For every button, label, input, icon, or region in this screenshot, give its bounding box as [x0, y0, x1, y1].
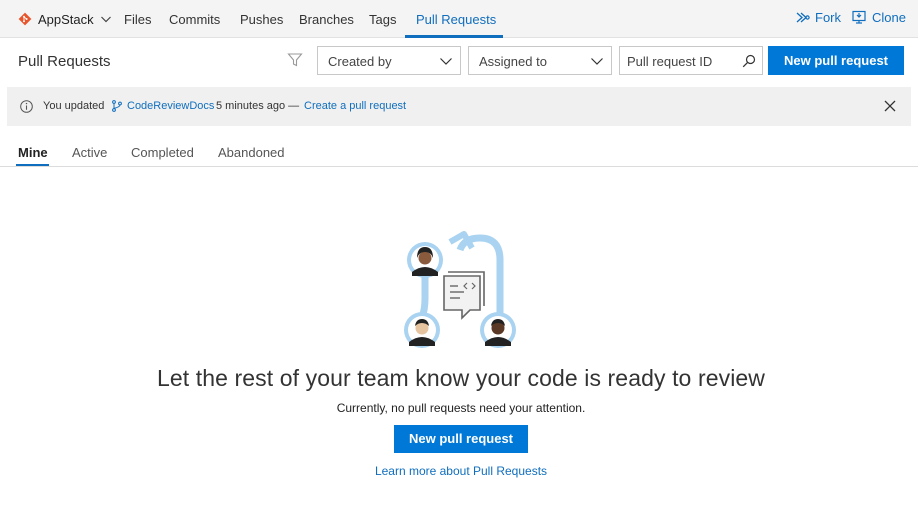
- git-repo-icon: [18, 12, 32, 26]
- search-icon[interactable]: [742, 54, 756, 68]
- clone-icon: [852, 10, 866, 24]
- pull-request-id-search: [619, 46, 763, 75]
- assigned-to-label: Assigned to: [479, 54, 547, 69]
- clone-button[interactable]: Clone: [852, 10, 906, 25]
- empty-state-title: Let the rest of your team know your code…: [156, 365, 766, 391]
- nav-pull-requests[interactable]: Pull Requests: [416, 12, 496, 27]
- repo-name: AppStack: [38, 11, 94, 27]
- fork-button[interactable]: Fork: [795, 10, 841, 25]
- close-icon[interactable]: [884, 100, 896, 112]
- chevron-down-icon: [100, 16, 111, 23]
- new-pull-request-button[interactable]: New pull request: [768, 46, 904, 75]
- chevron-down-icon: [440, 58, 452, 65]
- fork-icon: [796, 12, 810, 23]
- tab-active[interactable]: Active: [72, 145, 107, 160]
- chevron-down-icon: [591, 58, 603, 65]
- create-pull-request-link[interactable]: Create a pull request: [304, 100, 406, 112]
- page-title: Pull Requests: [18, 53, 111, 70]
- assigned-to-dropdown[interactable]: Assigned to: [468, 46, 612, 75]
- info-icon: [20, 100, 33, 113]
- fork-label: Fork: [815, 10, 841, 25]
- nav-active-indicator: [405, 35, 503, 38]
- pull-request-id-input[interactable]: [627, 53, 737, 69]
- tab-mine[interactable]: Mine: [18, 145, 48, 160]
- nav-branches[interactable]: Branches: [299, 12, 354, 27]
- created-by-dropdown[interactable]: Created by: [317, 46, 461, 75]
- tab-abandoned[interactable]: Abandoned: [218, 145, 285, 160]
- empty-state-subtitle: Currently, no pull requests need your at…: [336, 401, 586, 415]
- nav-commits[interactable]: Commits: [169, 12, 220, 27]
- tabs-divider: [0, 166, 918, 167]
- pull-request-illustration: [404, 231, 516, 348]
- created-by-label: Created by: [328, 54, 392, 69]
- repo-selector[interactable]: AppStack: [18, 10, 112, 28]
- clone-label: Clone: [872, 10, 906, 25]
- tab-completed[interactable]: Completed: [131, 145, 194, 160]
- nav-tags[interactable]: Tags: [369, 12, 396, 27]
- empty-state-new-pull-request-button[interactable]: New pull request: [394, 425, 528, 453]
- banner-time: 5 minutes ago —: [216, 100, 300, 112]
- branch-icon: [112, 100, 122, 112]
- info-banner: You updated CodeReviewDocs 5 minutes ago…: [7, 87, 911, 126]
- top-nav: AppStack Files Commits Pushes Branches T…: [0, 0, 918, 38]
- banner-branch-link[interactable]: CodeReviewDocs: [127, 100, 214, 112]
- nav-files[interactable]: Files: [124, 12, 151, 27]
- banner-prefix: You updated: [43, 100, 105, 112]
- nav-pushes[interactable]: Pushes: [240, 12, 283, 27]
- filter-icon[interactable]: [287, 52, 303, 68]
- learn-more-link[interactable]: Learn more about Pull Requests: [0, 464, 918, 478]
